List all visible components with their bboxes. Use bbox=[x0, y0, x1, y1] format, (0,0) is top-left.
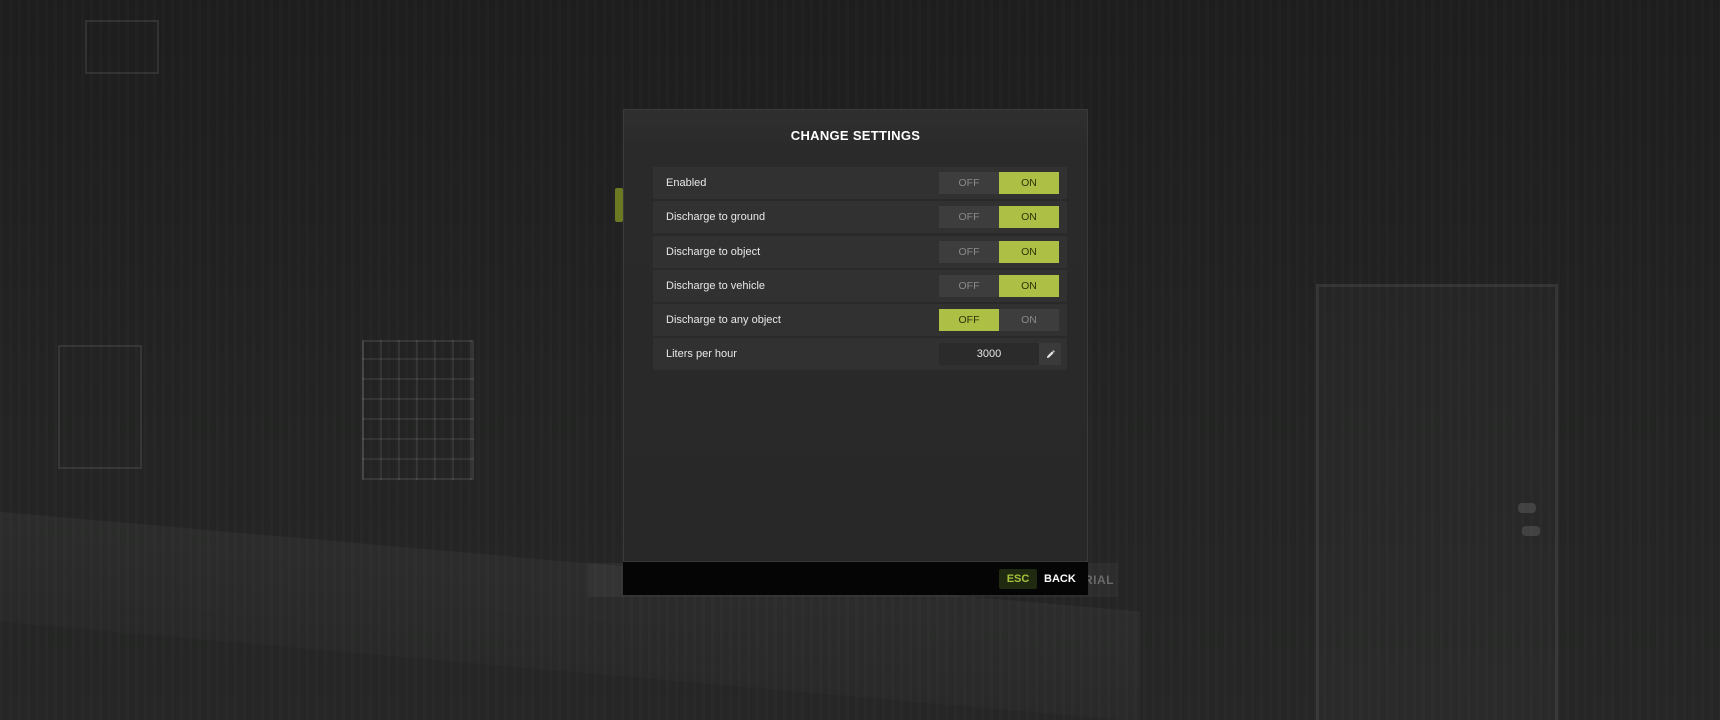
setting-label: Discharge to ground bbox=[666, 211, 766, 224]
door-lock bbox=[1522, 526, 1540, 536]
discharge-to-any-object-toggle[interactable]: OFF ON bbox=[939, 309, 1059, 332]
setting-row-discharge-to-vehicle: Discharge to vehicle OFF ON bbox=[653, 269, 1067, 302]
setting-label: Enabled bbox=[666, 177, 707, 189]
pencil-icon bbox=[1046, 350, 1055, 359]
enabled-off-option[interactable]: OFF bbox=[939, 172, 999, 194]
discharge-to-object-off-option[interactable]: OFF bbox=[939, 240, 999, 263]
esc-key-hint[interactable]: ESC bbox=[999, 569, 1037, 589]
liters-per-hour-value-field[interactable]: 3000 bbox=[939, 343, 1039, 366]
enabled-toggle[interactable]: OFF ON bbox=[939, 172, 1059, 194]
setting-label: Discharge to vehicle bbox=[666, 279, 766, 292]
discharge-to-object-on-option[interactable]: ON bbox=[999, 240, 1059, 263]
background-menu-text: RIAL bbox=[1084, 573, 1114, 587]
discharge-to-any-object-on-option[interactable]: ON bbox=[999, 309, 1059, 332]
discharge-to-ground-off-option[interactable]: OFF bbox=[939, 206, 999, 229]
door-handle bbox=[1518, 503, 1536, 513]
setting-row-discharge-to-object: Discharge to object OFF ON bbox=[653, 235, 1067, 268]
discharge-to-ground-toggle[interactable]: OFF ON bbox=[939, 206, 1059, 229]
discharge-to-object-toggle[interactable]: OFF ON bbox=[939, 240, 1059, 263]
change-settings-dialog: CHANGE SETTINGS Enabled OFF ON Discharge to… bbox=[623, 109, 1088, 562]
setting-label: Discharge to object bbox=[666, 245, 761, 258]
discharge-to-ground-on-option[interactable]: ON bbox=[999, 206, 1059, 229]
setting-label: Liters per hour bbox=[666, 348, 737, 361]
discharge-to-vehicle-on-option[interactable]: ON bbox=[999, 274, 1059, 297]
dialog-footer: ESC BACK bbox=[623, 562, 1088, 595]
discharge-to-any-object-off-option[interactable]: OFF bbox=[939, 309, 999, 332]
window-grid bbox=[362, 340, 474, 480]
window-frame bbox=[58, 345, 142, 469]
edit-value-button[interactable] bbox=[1039, 343, 1061, 366]
door-frame bbox=[1316, 284, 1558, 720]
enabled-on-option[interactable]: ON bbox=[999, 172, 1059, 194]
setting-row-liters-per-hour: Liters per hour 3000 bbox=[653, 338, 1067, 371]
window-frame-top bbox=[85, 20, 159, 74]
discharge-to-vehicle-off-option[interactable]: OFF bbox=[939, 274, 999, 297]
dialog-title: CHANGE SETTINGS bbox=[790, 128, 921, 143]
setting-label: Discharge to any object bbox=[666, 314, 781, 327]
discharge-to-vehicle-toggle[interactable]: OFF ON bbox=[939, 274, 1059, 297]
background-menu-tab bbox=[615, 188, 623, 222]
setting-row-enabled: Enabled OFF ON bbox=[653, 167, 1067, 199]
setting-row-discharge-to-any-object: Discharge to any object OFF ON bbox=[653, 304, 1067, 337]
setting-row-discharge-to-ground: Discharge to ground OFF ON bbox=[653, 201, 1067, 234]
back-button[interactable]: BACK bbox=[1044, 569, 1076, 589]
settings-list: Enabled OFF ON Discharge to ground OFF ON Disc… bbox=[653, 167, 1067, 373]
